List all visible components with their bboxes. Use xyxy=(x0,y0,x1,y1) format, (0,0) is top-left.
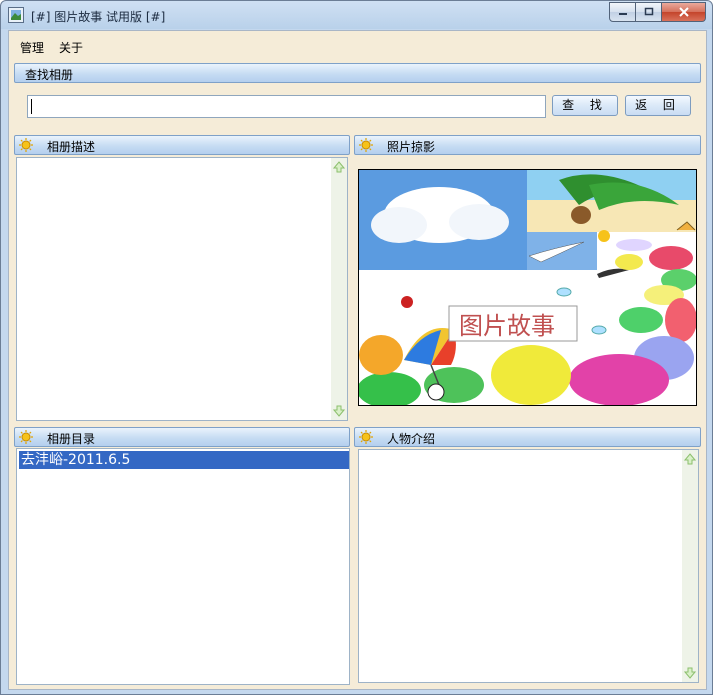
menu-about[interactable]: 关于 xyxy=(59,39,83,56)
sun-icon xyxy=(19,430,33,444)
text-caret xyxy=(31,99,32,114)
catalog-list[interactable]: 去沣峪-2011.6.5 xyxy=(16,448,350,685)
down-arrow-icon[interactable] xyxy=(333,405,345,417)
photo-collage: 图片故事 xyxy=(359,170,696,405)
app-window: [#] 图片故事 试用版 [#] 管理 关于 查找相册 查 找 返 回 相册描述… xyxy=(0,0,713,695)
menu-bar: 管理 关于 xyxy=(9,31,706,61)
people-textarea[interactable] xyxy=(358,449,699,683)
close-icon xyxy=(678,7,689,17)
window-controls xyxy=(609,2,706,22)
description-header: 相册描述 xyxy=(14,135,350,155)
sun-icon xyxy=(19,138,33,152)
photo-preview[interactable]: 图片故事 xyxy=(358,169,697,406)
description-scrollbar[interactable] xyxy=(331,158,347,420)
minimize-button[interactable] xyxy=(609,2,636,22)
menu-manage[interactable]: 管理 xyxy=(20,39,44,56)
maximize-button[interactable] xyxy=(636,2,662,22)
description-textarea[interactable] xyxy=(16,157,348,421)
list-item[interactable]: 去沣峪-2011.6.5 xyxy=(19,451,349,469)
description-title: 相册描述 xyxy=(47,140,96,154)
people-title: 人物介绍 xyxy=(387,432,436,446)
close-button[interactable] xyxy=(662,2,706,22)
title-bar[interactable]: [#] 图片故事 试用版 [#] xyxy=(1,1,712,29)
search-header: 查找相册 xyxy=(14,63,701,83)
minimize-icon xyxy=(618,13,627,15)
up-arrow-icon[interactable] xyxy=(684,453,696,465)
app-icon xyxy=(8,7,24,23)
people-scrollbar[interactable] xyxy=(682,450,698,682)
back-button[interactable]: 返 回 xyxy=(625,95,691,116)
logo-text: 图片故事 xyxy=(459,312,555,340)
catalog-title: 相册目录 xyxy=(47,432,96,446)
search-header-label: 查找相册 xyxy=(25,68,74,82)
photo-header: 照片掠影 xyxy=(354,135,701,155)
sun-icon xyxy=(359,138,373,152)
sun-icon xyxy=(359,430,373,444)
people-header: 人物介绍 xyxy=(354,427,701,447)
maximize-icon xyxy=(644,7,653,16)
down-arrow-icon[interactable] xyxy=(684,667,696,679)
up-arrow-icon[interactable] xyxy=(333,161,345,173)
search-input[interactable] xyxy=(27,95,546,118)
photo-title: 照片掠影 xyxy=(387,140,436,154)
catalog-header: 相册目录 xyxy=(14,427,350,447)
client-area: 管理 关于 查找相册 查 找 返 回 相册描述 照片掠影 图片故事 相册目录 去… xyxy=(8,30,707,690)
find-button[interactable]: 查 找 xyxy=(552,95,618,116)
window-title: [#] 图片故事 试用版 [#] xyxy=(31,10,166,24)
